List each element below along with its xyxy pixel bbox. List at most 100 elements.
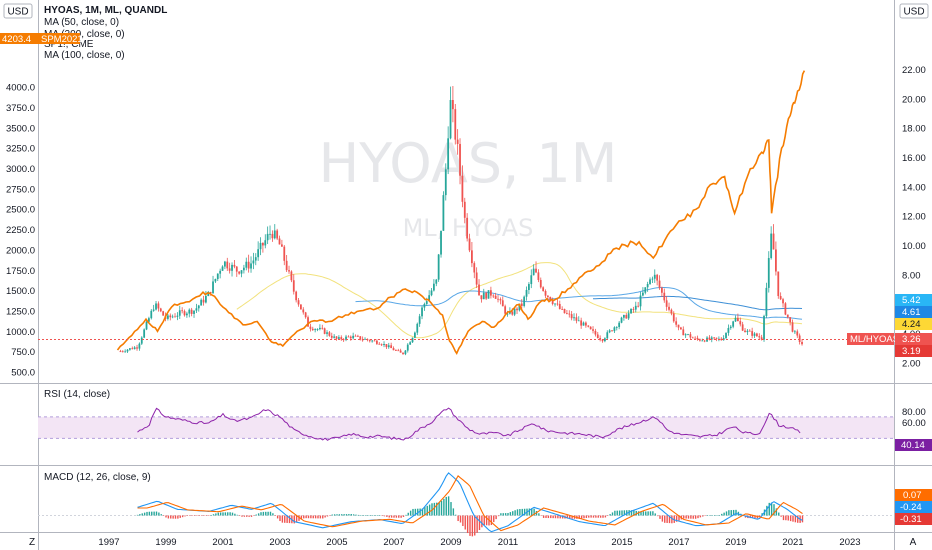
macd-histogram-bar <box>597 515 599 518</box>
candle-body <box>245 261 248 268</box>
candle-body <box>228 268 231 271</box>
candle-body <box>252 260 255 264</box>
candle-body <box>186 313 188 316</box>
macd-histogram-bar <box>379 515 381 516</box>
macd-histogram-bar <box>412 508 414 516</box>
candle-body <box>630 308 632 314</box>
macd-histogram-bar <box>618 510 621 516</box>
macd-histogram-bar <box>497 515 500 517</box>
candle-body <box>418 316 421 324</box>
macd-histogram-bar <box>443 498 445 516</box>
candle-body <box>387 345 390 348</box>
candle-body <box>656 274 659 281</box>
right-currency-badge[interactable]: USD <box>899 3 929 19</box>
candle-body <box>169 315 172 318</box>
macd-histogram-bar <box>514 510 516 516</box>
candle-body <box>613 327 616 332</box>
candle-body <box>606 332 609 339</box>
macd-histogram-bar <box>181 515 184 518</box>
macd-histogram-bar <box>516 509 519 516</box>
left-price-axis[interactable]: 500.0 750.0 1000.0 1250.0 1500.0 1750.0 2000.0… <box>6 83 35 379</box>
macd-histogram-bar <box>329 515 331 516</box>
macd-histogram-bar <box>348 514 350 516</box>
macd-histogram-bar <box>369 515 371 516</box>
macd-histogram-bar <box>350 514 352 516</box>
candle-body <box>224 261 226 267</box>
macd-histogram-bar <box>495 515 497 520</box>
macd-title[interactable]: MACD (12, 26, close, 9) <box>44 472 151 483</box>
candle-body <box>625 315 628 319</box>
candle-body <box>392 348 395 351</box>
macd-histogram-bar <box>139 514 141 516</box>
right-tick-label: 12.00 <box>902 212 926 223</box>
macd-histogram-bar <box>730 510 732 516</box>
candle-body <box>573 317 575 319</box>
macd-histogram-bar <box>338 514 341 516</box>
candle-body <box>126 349 129 352</box>
left-tick-label: 2500.0 <box>6 205 35 216</box>
macd-histogram-bar <box>326 515 329 517</box>
macd-histogram-bar <box>721 513 723 516</box>
ma50-legend[interactable]: MA (50, close, 0) <box>44 17 119 28</box>
candle-body <box>604 338 606 342</box>
macd-histogram-bar <box>512 511 514 516</box>
candle-body <box>756 333 758 337</box>
candle-body <box>570 314 573 319</box>
macd-histogram-bar <box>778 512 780 516</box>
candle-body <box>292 280 295 292</box>
auto-scale-toggle[interactable]: A <box>910 537 917 548</box>
candle-body <box>689 334 692 338</box>
candle-body <box>459 143 461 176</box>
candle-body <box>411 337 414 343</box>
candle-body <box>240 270 243 274</box>
left-tick-label: 3000.0 <box>6 164 35 175</box>
candle-body <box>212 281 214 294</box>
chart-canvas[interactable]: HYOAS, 1M ML, HYOAS 500.0750.01000.01250… <box>0 0 932 550</box>
macd-histogram-bar <box>336 514 338 516</box>
candle-body <box>580 320 583 326</box>
macd-histogram-bar <box>352 514 355 516</box>
macd-histogram-bar <box>148 511 151 516</box>
macd-histogram-bar <box>269 511 272 516</box>
macd-histogram-bar <box>457 515 459 522</box>
macd-histogram-bar <box>203 515 205 516</box>
chart-background <box>0 0 932 550</box>
candle-body <box>615 327 618 328</box>
macd-histogram-bar <box>212 514 215 516</box>
rsi-tag: 40.14 <box>901 440 925 451</box>
macd-histogram-bar <box>393 515 395 518</box>
macd-histogram-bar <box>371 515 374 516</box>
macd-histogram-bar <box>782 515 785 521</box>
macd-histogram-bar <box>224 512 227 516</box>
macd-histogram-bar <box>222 512 224 516</box>
candle-body <box>801 341 803 345</box>
candle-body <box>485 292 488 299</box>
macd-histogram-bar <box>538 513 540 516</box>
time-tick-label: 2011 <box>498 537 518 548</box>
macd-histogram-bar <box>659 515 661 519</box>
candle-body <box>121 351 124 353</box>
candle-body <box>357 335 359 337</box>
symbol-title[interactable]: HYOAS, 1M, ML, QUANDL <box>44 5 167 16</box>
candle-body <box>133 347 136 350</box>
candle-body <box>140 337 143 344</box>
left-currency-badge[interactable]: USD <box>3 3 33 19</box>
candle-body <box>675 321 678 325</box>
macd-histogram-bar <box>552 515 554 519</box>
macd-histogram-bar <box>267 511 269 516</box>
macd-histogram-bar <box>317 515 319 519</box>
candle-body <box>475 272 478 285</box>
candle-body <box>238 271 241 274</box>
candle-body <box>231 264 233 271</box>
candle-body <box>577 320 580 322</box>
candle-body <box>323 328 326 334</box>
log-scale-toggle[interactable]: Z <box>29 537 35 548</box>
rsi-title[interactable]: RSI (14, close) <box>44 389 110 400</box>
candle-body <box>478 284 480 296</box>
macd-histogram-bar <box>386 515 388 517</box>
macd-histogram-bar <box>174 515 177 519</box>
candle-body <box>644 287 647 293</box>
macd-histogram-bar <box>697 515 699 519</box>
macd-histogram-bar <box>588 515 590 518</box>
ma100-legend[interactable]: MA (100, close, 0) <box>44 50 125 61</box>
